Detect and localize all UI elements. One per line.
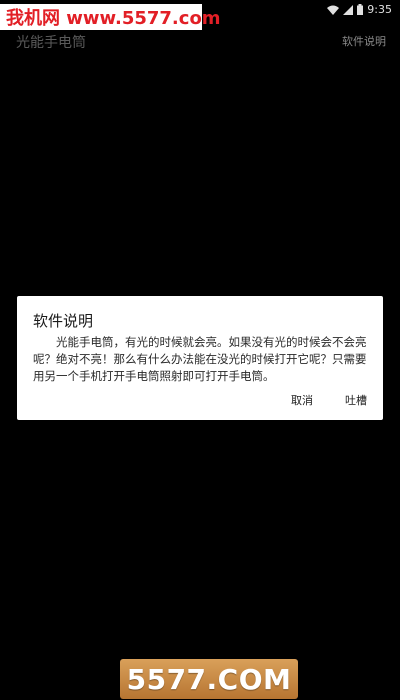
- complain-button[interactable]: 吐槽: [341, 392, 371, 408]
- screen: 9:35 我机网 www.5577.com 光能手电筒 软件说明 软件说明 光能…: [0, 0, 400, 700]
- wifi-icon: [327, 5, 340, 15]
- app-title: 光能手电筒: [16, 35, 86, 51]
- app-bar: 光能手电筒 软件说明: [0, 28, 400, 54]
- status-icons: 9:35: [327, 3, 392, 16]
- software-info-button[interactable]: 软件说明: [342, 33, 386, 49]
- status-time: 9:35: [367, 3, 392, 16]
- battery-icon: [357, 4, 364, 15]
- watermark-logo-top: 我机网 www.5577.com: [0, 4, 221, 30]
- signal-icon: [343, 4, 354, 15]
- info-dialog: 软件说明 光能手电筒，有光的时候就会亮。如果没有光的时候会不会亮呢？绝对不亮！那…: [17, 296, 383, 420]
- dialog-actions: 取消 吐槽: [287, 392, 371, 408]
- cancel-button[interactable]: 取消: [287, 392, 317, 408]
- watermark-logo-bottom: 5577.COM: [120, 659, 298, 699]
- dialog-title: 软件说明: [33, 312, 94, 330]
- dialog-message: 光能手电筒，有光的时候就会亮。如果没有光的时候会不会亮呢？绝对不亮！那么有什么办…: [33, 335, 367, 383]
